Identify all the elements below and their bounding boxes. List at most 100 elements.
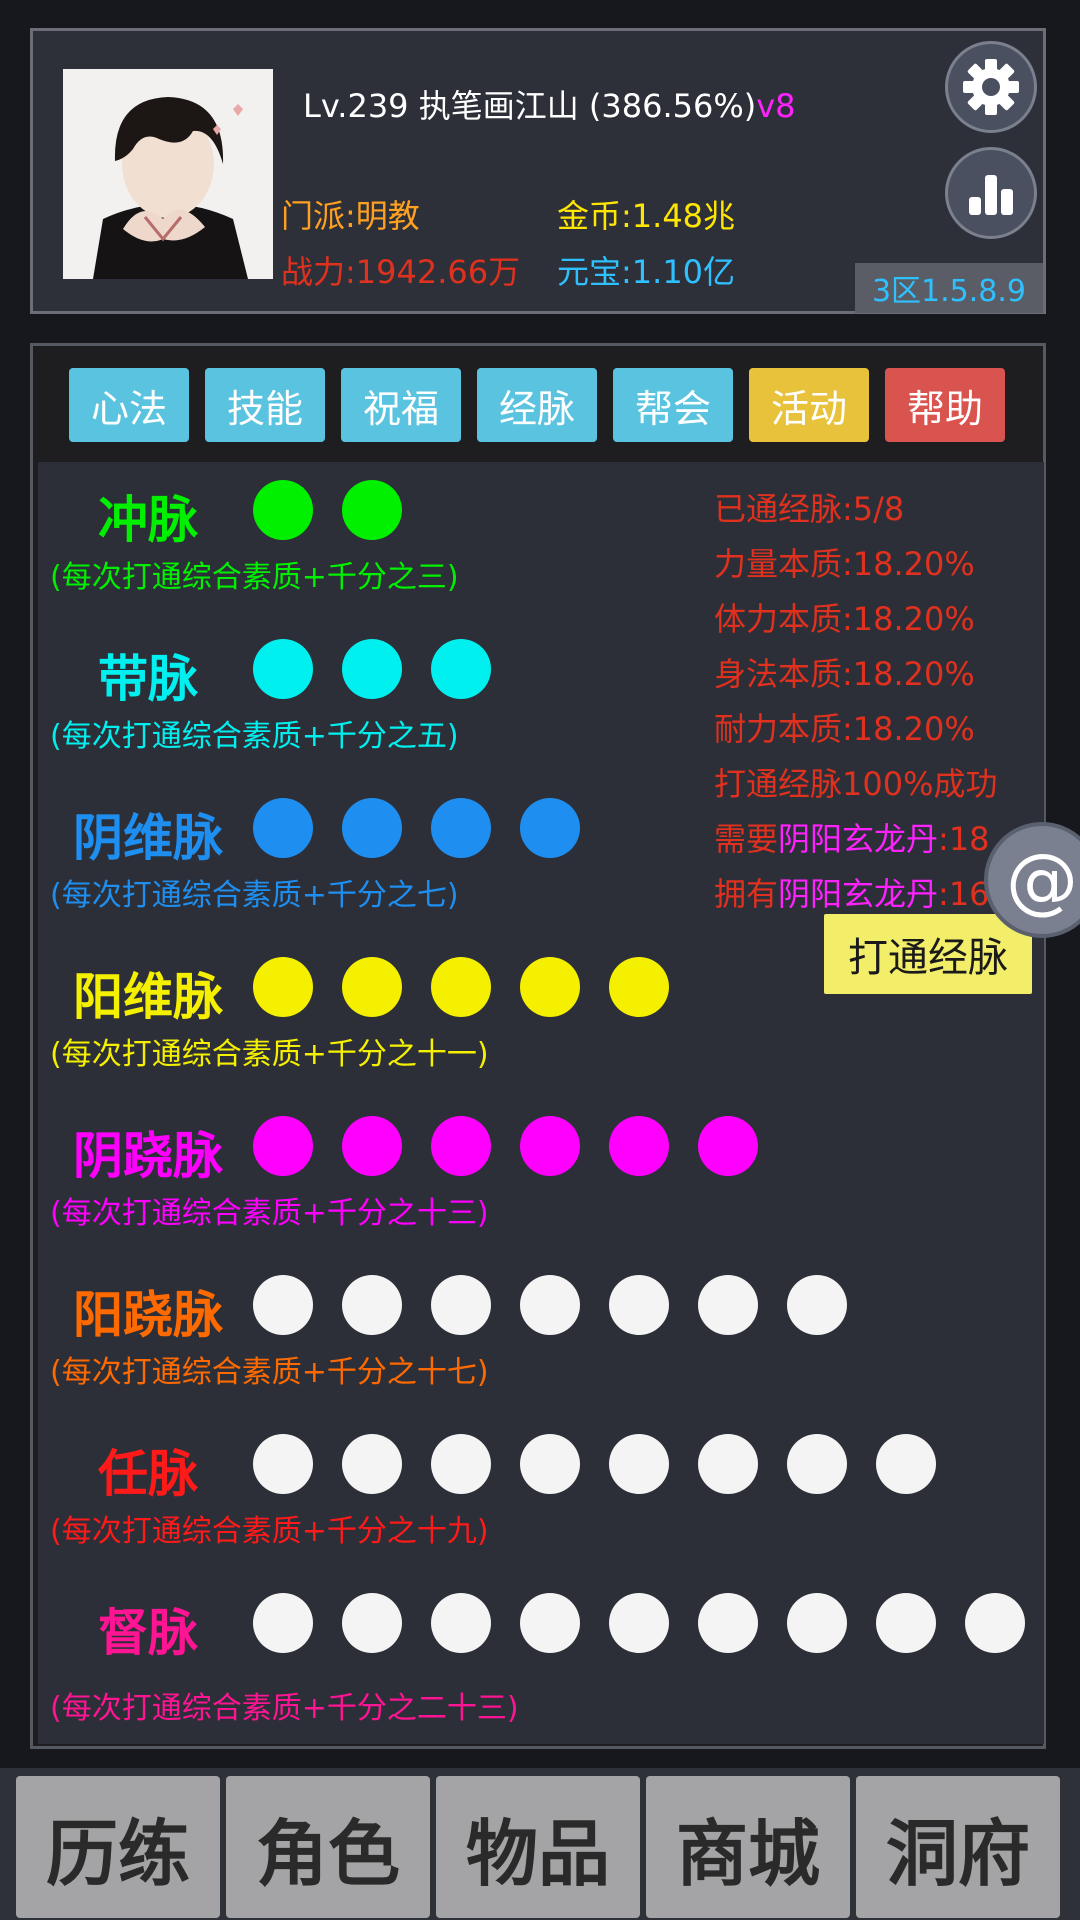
meridian-point-closed[interactable]: [698, 1275, 758, 1335]
meridian-point-opened[interactable]: [520, 957, 580, 1017]
meridian-name: 阴跷脉: [73, 1127, 223, 1185]
meridian-points: [253, 957, 669, 1017]
meridian-points: [253, 1275, 847, 1335]
tab-skills[interactable]: 技能: [205, 368, 325, 442]
meridian-points: [253, 1116, 758, 1176]
nav-character[interactable]: 角色: [226, 1776, 430, 1918]
meridian-row-ren: 任脉 (每次打通综合素质+千分之十九): [38, 1420, 1044, 1570]
bottom-nav: 历练 角色 物品 商城 洞府: [0, 1768, 1080, 1920]
meridian-panel: 心法 技能 祝福 经脉 帮会 活动 帮助 督脉 (每次打通综合素质+千分之二十三) 任脉 (每次打…: [30, 343, 1046, 1749]
player-ingot: 元宝:1.10亿: [557, 253, 736, 291]
meridian-info: 已通经脉:5/8 力量本质:18.20% 体力本质:18.20% 身法本质:18…: [714, 482, 998, 922]
meridian-point-closed[interactable]: [609, 1275, 669, 1335]
meridian-point-opened[interactable]: [431, 639, 491, 699]
required-item: 需要阴阳玄龙丹:18: [714, 820, 990, 858]
meridian-point-closed[interactable]: [876, 1593, 936, 1653]
meridian-point-opened[interactable]: [609, 1116, 669, 1176]
meridian-points: [253, 639, 491, 699]
meridian-point-closed[interactable]: [253, 1593, 313, 1653]
meridian-point-closed[interactable]: [520, 1434, 580, 1494]
meridian-point-opened[interactable]: [431, 957, 491, 1017]
meridian-point-opened[interactable]: [520, 1116, 580, 1176]
meridian-point-closed[interactable]: [342, 1275, 402, 1335]
bar-chart-icon: [969, 175, 1013, 215]
meridian-point-closed[interactable]: [520, 1593, 580, 1653]
meridian-point-opened[interactable]: [520, 798, 580, 858]
nav-items[interactable]: 物品: [436, 1776, 640, 1918]
meridian-point-opened[interactable]: [342, 1116, 402, 1176]
meridian-point-closed[interactable]: [342, 1593, 402, 1653]
settings-button[interactable]: [945, 41, 1037, 133]
meridian-point-closed[interactable]: [431, 1593, 491, 1653]
player-header: Lv.239 执笔画江山 (386.56%)v8 门派:明教 金币:1.48兆 …: [30, 28, 1046, 314]
tab-guild[interactable]: 帮会: [613, 368, 733, 442]
meridian-points: [253, 798, 580, 858]
meridian-point-closed[interactable]: [787, 1275, 847, 1335]
meridian-point-opened[interactable]: [431, 1116, 491, 1176]
meridian-point-closed[interactable]: [609, 1593, 669, 1653]
stamina-stat: 体力本质:18.20%: [714, 600, 975, 638]
agility-stat: 身法本质:18.20%: [714, 655, 975, 693]
meridian-point-closed[interactable]: [698, 1434, 758, 1494]
nav-training[interactable]: 历练: [16, 1776, 220, 1918]
meridian-point-opened[interactable]: [609, 957, 669, 1017]
player-power: 战力:1942.66万: [281, 253, 521, 291]
strength-stat: 力量本质:18.20%: [714, 545, 975, 583]
meridian-name: 阴维脉: [73, 809, 223, 867]
open-meridian-button[interactable]: 打通经脉: [824, 914, 1032, 994]
tab-xinfa[interactable]: 心法: [69, 368, 189, 442]
endurance-stat: 耐力本质:18.20%: [714, 710, 975, 748]
player-level: Lv.239: [303, 87, 409, 125]
meridian-desc: (每次打通综合素质+千分之七): [50, 878, 459, 913]
meridian-point-closed[interactable]: [876, 1434, 936, 1494]
meridian-point-opened[interactable]: [253, 480, 313, 540]
meridian-point-opened[interactable]: [342, 957, 402, 1017]
meridian-name: 任脉: [98, 1445, 198, 1503]
tab-meridian[interactable]: 经脉: [477, 368, 597, 442]
meridian-point-closed[interactable]: [698, 1593, 758, 1653]
meridian-point-closed[interactable]: [787, 1593, 847, 1653]
meridian-point-closed[interactable]: [609, 1434, 669, 1494]
meridian-point-closed[interactable]: [787, 1434, 847, 1494]
tab-events[interactable]: 活动: [749, 368, 869, 442]
meridian-point-closed[interactable]: [965, 1593, 1025, 1653]
meridian-point-opened[interactable]: [253, 798, 313, 858]
meridian-point-opened[interactable]: [342, 480, 402, 540]
tab-bar: 心法 技能 祝福 经脉 帮会 活动 帮助: [69, 368, 1005, 442]
meridian-content: 督脉 (每次打通综合素质+千分之二十三) 任脉 (每次打通综合素质+千分之十九) 阳跷脉…: [38, 462, 1044, 1744]
meridian-point-closed[interactable]: [253, 1434, 313, 1494]
meridian-row-yangqiao: 阳跷脉 (每次打通综合素质+千分之十七): [38, 1261, 1044, 1411]
meridian-point-opened[interactable]: [253, 957, 313, 1017]
meridian-desc: (每次打通综合素质+千分之十七): [50, 1355, 489, 1390]
meridian-desc: (每次打通综合素质+千分之二十三): [50, 1691, 519, 1726]
meridian-point-closed[interactable]: [342, 1434, 402, 1494]
meridian-desc: (每次打通综合素质+千分之五): [50, 719, 459, 754]
avatar[interactable]: [63, 69, 273, 279]
meridian-point-closed[interactable]: [253, 1275, 313, 1335]
ranking-button[interactable]: [945, 147, 1037, 239]
meridian-point-closed[interactable]: [520, 1275, 580, 1335]
meridian-name: 阳跷脉: [73, 1286, 223, 1344]
meridian-point-opened[interactable]: [431, 798, 491, 858]
meridian-point-opened[interactable]: [698, 1116, 758, 1176]
player-sect: 门派:明教: [281, 197, 420, 235]
meridian-point-closed[interactable]: [431, 1434, 491, 1494]
meridian-points: [253, 1434, 936, 1494]
meridian-point-closed[interactable]: [431, 1275, 491, 1335]
meridian-name: 带脉: [98, 650, 198, 708]
player-title-line: Lv.239 执笔画江山 (386.56%)v8: [303, 81, 796, 127]
gear-icon: [963, 59, 1019, 115]
tab-help[interactable]: 帮助: [885, 368, 1005, 442]
meridian-desc: (每次打通综合素质+千分之十一): [50, 1037, 489, 1072]
player-gold: 金币:1.48兆: [557, 197, 736, 235]
meridian-point-opened[interactable]: [342, 639, 402, 699]
meridian-point-opened[interactable]: [253, 639, 313, 699]
nav-shop[interactable]: 商城: [646, 1776, 850, 1918]
tab-blessing[interactable]: 祝福: [341, 368, 461, 442]
opened-count: 已通经脉:5/8: [714, 490, 905, 528]
meridian-points: [253, 480, 402, 540]
player-exp: (386.56%): [588, 87, 757, 125]
meridian-point-opened[interactable]: [253, 1116, 313, 1176]
meridian-point-opened[interactable]: [342, 798, 402, 858]
nav-cave[interactable]: 洞府: [856, 1776, 1060, 1918]
